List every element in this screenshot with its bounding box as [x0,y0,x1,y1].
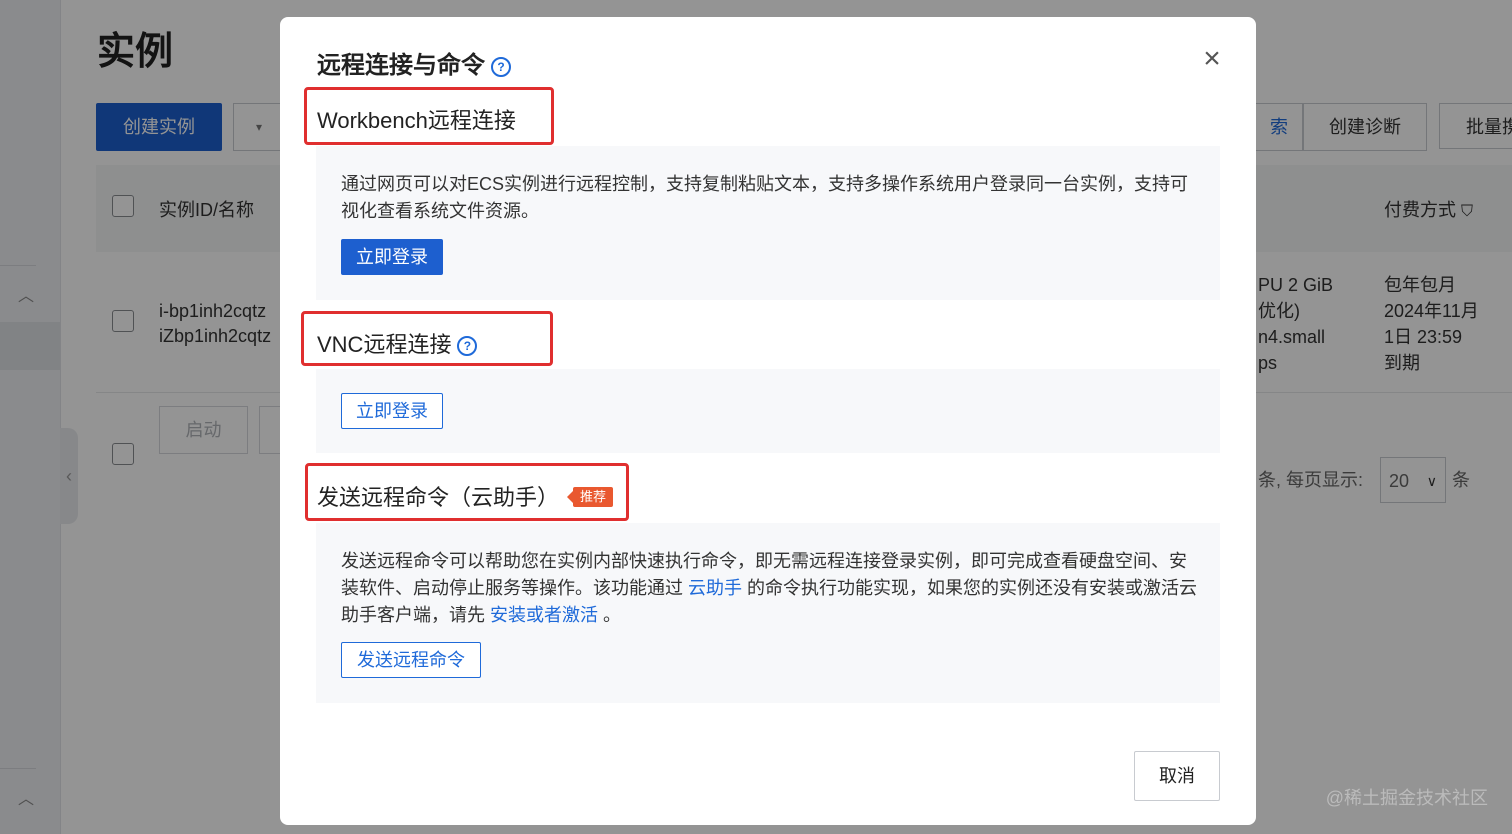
send-command-button[interactable]: 发送远程命令 [341,642,481,678]
dialog-title-text: 远程连接与命令 [317,52,485,79]
install-activate-link[interactable]: 安装或者激活 [490,605,598,625]
command-desc-text: 。 [603,605,622,625]
command-panel: 发送远程命令可以帮助您在实例内部快速执行命令，即无需远程连接登录实例，即可完成查… [316,523,1220,703]
remote-connection-dialog: 远程连接与命令? × Workbench远程连接 通过网页可以对ECS实例进行远… [280,17,1256,825]
help-icon[interactable]: ? [457,336,478,357]
vnc-panel: 立即登录 [316,369,1220,453]
vnc-login-button[interactable]: 立即登录 [341,393,443,429]
command-description: 发送远程命令可以帮助您在实例内部快速执行命令，即无需远程连接登录实例，即可完成查… [341,548,1201,629]
cancel-button[interactable]: 取消 [1134,751,1220,801]
vnc-section-title-text: VNC远程连接 [317,332,452,357]
command-section-title: 发送远程命令（云助手） 推荐 [317,480,614,512]
recommended-badge: 推荐 [567,487,614,508]
cloud-assistant-link[interactable]: 云助手 [688,578,742,598]
dialog-title: 远程连接与命令? [317,45,511,80]
help-icon[interactable]: ? [491,56,511,77]
workbench-login-button[interactable]: 立即登录 [341,239,443,275]
command-section-title-text: 发送远程命令（云助手） [317,485,560,510]
watermark: @稀土掘金技术社区 [1325,788,1488,808]
workbench-section-title: Workbench远程连接 [317,108,516,133]
workbench-description: 通过网页可以对ECS实例进行远程控制，支持复制粘贴文本，支持多操作系统用户登录同… [341,174,1189,221]
vnc-section-title: VNC远程连接? [317,327,478,359]
close-icon[interactable]: × [1200,44,1224,74]
workbench-panel: 通过网页可以对ECS实例进行远程控制，支持复制粘贴文本，支持多操作系统用户登录同… [316,146,1220,300]
